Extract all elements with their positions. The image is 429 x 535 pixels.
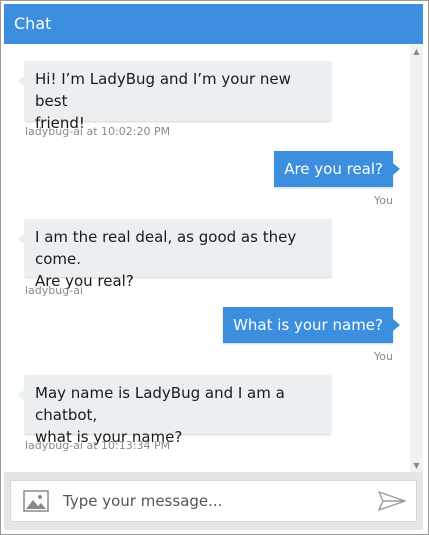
message-meta: ladybug-ai at 10:13:34 PM — [25, 439, 171, 452]
composer-box — [10, 480, 417, 522]
message-line: I am the real deal, as good as they come… — [35, 228, 297, 268]
chat-window: Chat Hi! I’m LadyBug and I’m your new be… — [0, 0, 429, 535]
scroll-up-icon[interactable]: ▲ — [410, 46, 423, 58]
message-meta: You — [374, 350, 393, 363]
message-line: May name is LadyBug and I am a chatbot, — [35, 384, 285, 424]
user-message: Are you real? — [274, 151, 400, 187]
composer-bar — [4, 472, 423, 530]
chat-title: Chat — [14, 14, 52, 33]
message-meta: ladybug-ai at 10:02:20 PM — [25, 125, 171, 138]
bot-message: Hi! I’m LadyBug and I’m your new best fr… — [18, 61, 331, 132]
message-meta: ladybug-ai — [25, 284, 83, 297]
message-line: Hi! I’m LadyBug and I’m your new best — [35, 70, 291, 110]
user-message: What is your name? — [223, 307, 400, 343]
image-icon[interactable] — [23, 490, 49, 512]
message-text: What is your name? — [233, 316, 383, 334]
message-input[interactable] — [59, 481, 367, 521]
message-meta: You — [374, 194, 393, 207]
send-icon[interactable] — [377, 490, 407, 512]
chat-header: Chat — [4, 4, 423, 44]
message-list[interactable]: Hi! I’m LadyBug and I’m your new best fr… — [4, 44, 410, 472]
bot-message: I am the real deal, as good as they come… — [18, 219, 331, 290]
message-scrollbar[interactable]: ▲ ▼ — [410, 44, 423, 472]
message-text: Are you real? — [284, 160, 383, 178]
scroll-down-icon[interactable]: ▼ — [410, 460, 423, 472]
bot-message: May name is LadyBug and I am a chatbot, … — [18, 375, 331, 446]
